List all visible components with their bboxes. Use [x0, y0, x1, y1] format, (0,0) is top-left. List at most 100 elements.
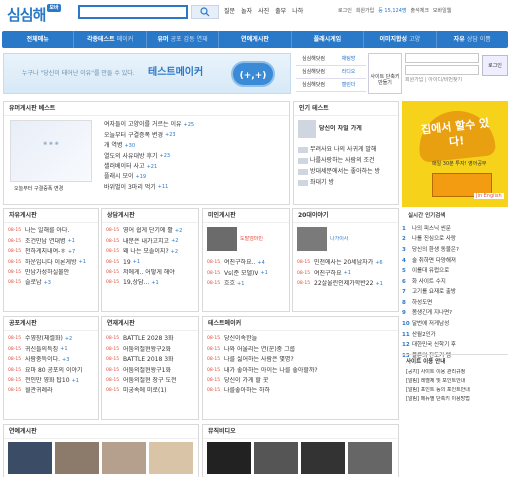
list-item[interactable]: 08-15 만남가성하실불안 [8, 268, 94, 278]
search-tab[interactable]: 출부 [275, 8, 286, 16]
chat-link[interactable]: 채팅방 [331, 53, 366, 65]
rank-item[interactable]: 9 몸생긴게 지나면? [402, 309, 508, 320]
rank-item[interactable]: 5 이를대 유럽으로 [402, 266, 508, 277]
list-item[interactable]: 08-15 사람충득이다. +3 [8, 355, 94, 365]
list-item[interactable]: 무려사요 나의 사귀게 말해 [298, 144, 394, 155]
rank-item[interactable]: 11 산월2인가 [402, 330, 508, 341]
notice-item[interactable]: [알림] 레벨제 및 포인트안내 [406, 378, 504, 387]
list-item[interactable]: 08-15 나를좋아하는 하하 [207, 386, 394, 396]
rank-item[interactable]: 12 대한민국 신학기 후 [402, 340, 508, 351]
shortcut-button[interactable]: 사이트 단축키만들기 [368, 53, 402, 94]
best-caption[interactable]: 오늘부터 구결증폭 변경 [14, 186, 63, 192]
list-item[interactable]: 08-15 나와 어울리는 연(꾼)중 그룹 [207, 344, 394, 354]
rank-item[interactable]: 6화 사이트 수지 [402, 277, 508, 288]
list-item[interactable]: 08-15 나는 일해를 아다. [8, 226, 94, 236]
list-item[interactable]: 나를사랑하는 사람의 조건 [298, 155, 394, 166]
list-item[interactable]: 08-15 저에게.. 어떻게 해야 [106, 268, 194, 278]
rank-item[interactable]: 10 달번에 저게남성 [402, 319, 508, 330]
profile-card[interactable]: 도발엄마빈 [203, 223, 289, 255]
rank-item[interactable]: 7 고기를 요재로 출방 [402, 287, 508, 298]
featured-test[interactable]: 당신이 차일 가게 [294, 116, 398, 142]
profile-card[interactable]: 나가이사 [293, 223, 398, 255]
nav-tests[interactable]: 각종테스트 메이커 [74, 31, 147, 48]
notice-item[interactable]: [알림] 메뉴별 단축키 이용방법 [406, 396, 504, 405]
search-tab[interactable]: 나하 [292, 8, 303, 16]
list-item[interactable]: 08-15 슬로남 +3 [8, 278, 94, 288]
list-item[interactable]: 08-15 여친구하요 +1 [297, 268, 394, 278]
password-field[interactable] [405, 65, 479, 75]
list-item[interactable]: 08-15 영어 쉽게 단기에 활 +2 [106, 226, 194, 236]
list-item[interactable]: 08-15 BATTLE 2018 3화 [106, 355, 194, 365]
list-item[interactable]: 방대세분에서는 좋아하는 방 [298, 166, 394, 177]
rank-item[interactable]: 1 나의 피스닉 씬문 [402, 224, 508, 235]
login-button[interactable]: 로그인 [482, 55, 508, 76]
list-item[interactable]: 열도의 사유대방 후기 +23 [104, 151, 286, 161]
list-item[interactable]: 08-15 나를 싫어하는 사람은 몇명? [207, 355, 394, 365]
thumbnail[interactable] [149, 442, 193, 474]
list-item[interactable]: 여자들이 고양이를 거르는 이유 +25 [104, 120, 286, 130]
login-link[interactable]: 로그인 [338, 8, 352, 14]
nav-entertainment[interactable]: 연예게시판 [219, 31, 292, 48]
list-item[interactable]: 08-15 왜 나는 모솔이지? +2 [106, 247, 194, 257]
list-item[interactable]: 08-15 민천에사는 20세남자가 +6 [297, 258, 394, 268]
test-maker-banner[interactable]: 누구나 "당신이 태어난 이유"를 만들 수 있다. 테스트메이커 (+,+) [3, 53, 291, 94]
search-input[interactable] [78, 5, 188, 19]
search-tab[interactable]: 질문 [224, 8, 235, 16]
notice-item[interactable]: [공지] 사이트 이용 관리규정 [406, 369, 504, 378]
join-link[interactable]: 회원가입 [356, 8, 374, 14]
rank-item[interactable]: 2 나를 진심으로 사랑 [402, 234, 508, 245]
list-item[interactable]: 08-15 어둠의절현 장구 도전 [106, 376, 194, 386]
list-item[interactable]: 08-15 여친구하요.. +4 [207, 258, 285, 268]
list-item[interactable]: 08-15 내가 좋아하는 아이는 나를 좋아할까? [207, 365, 394, 375]
site-logo[interactable]: 심심해 모바 [7, 4, 61, 25]
list-item[interactable]: 08-15 귀신들의특징 +1 [8, 344, 94, 354]
nav-image-edit[interactable]: 이미지합성 고양 [364, 31, 437, 48]
list-item[interactable]: 08-15 19,상담... +1 [106, 278, 194, 288]
list-item[interactable]: 08-15 Vs(준 모델)V +1 [207, 268, 285, 278]
list-item[interactable]: 셀러베이터 사고 +21 [104, 162, 286, 172]
list-item[interactable]: 좌대기 방 [298, 177, 394, 188]
thumbnail[interactable] [55, 442, 99, 474]
list-item[interactable]: 08-15 조건만남 연대병 +1 [8, 236, 94, 246]
thumbnail[interactable] [102, 442, 146, 474]
list-item[interactable]: 08-15 어둠의절현왕구1화 [106, 365, 194, 375]
list-item[interactable]: 08-15 요마 80 공포의 이야기 [8, 365, 94, 375]
search-tab[interactable]: 사진 [258, 8, 269, 16]
list-item[interactable]: 08-15 BATTLE 2028 3화 [106, 334, 194, 344]
list-item[interactable]: 08-15 당신이속한늘 [207, 334, 394, 344]
list-item[interactable]: 08-15 미궁속에 미로(1) [106, 386, 194, 396]
english-ad-banner[interactable]: 집에서 할수 있다! 매일 30분 투자! 영어공부 Jin English [402, 101, 508, 207]
list-item[interactable]: 08-15 흐흐 +1 [207, 279, 285, 289]
radio-link[interactable]: 라디오 [331, 66, 366, 78]
rank-item[interactable]: 4술 취하면 다양해져 [402, 256, 508, 267]
list-item[interactable]: 08-15 19 +1 [106, 257, 194, 267]
nav-free[interactable]: 자유 상담 이쁨 [437, 31, 508, 48]
thumbnail[interactable] [301, 442, 345, 474]
list-item[interactable]: 08-15 하운입니다 이론게방 +1 [8, 257, 94, 267]
rank-item[interactable]: 3 당신의 환생 동물은? [402, 245, 508, 256]
list-item[interactable]: 08-15 22살울린인제가학반22 +1 [297, 279, 394, 289]
list-item[interactable]: 08-15 월관귀례라 [8, 386, 94, 396]
list-item[interactable]: 08-15 내분은 내가고치고 +2 [106, 236, 194, 246]
thumbnail[interactable] [207, 442, 251, 474]
mobile-link[interactable]: 모바일웹 [433, 8, 451, 14]
rank-item[interactable]: 8 하성도면 [402, 298, 508, 309]
attendance-link[interactable]: 출석체크 [411, 8, 429, 14]
calendar-link[interactable]: 캘린더 [331, 79, 366, 91]
search-button[interactable] [191, 5, 219, 19]
user-id-field[interactable] [405, 53, 479, 63]
notice-item[interactable]: [알림] 포인트 등의 포인트안내 [406, 387, 504, 396]
list-item[interactable]: 08-15 당신이 가게 할 꿋 [207, 376, 394, 386]
list-item[interactable]: 08-15 전인만 영화 탑10 +1 [8, 376, 94, 386]
nav-all-menu[interactable]: 전체메뉴 [2, 31, 75, 48]
list-item[interactable]: 개 역병 +30 [104, 141, 286, 151]
list-item[interactable]: 바위벌이 3마리 먹기 +11 [104, 182, 286, 192]
search-tab[interactable]: 놀자 [241, 8, 252, 16]
list-item[interactable]: 08-15 어둠의절현왕구2화 [106, 344, 194, 354]
list-item[interactable]: 플래시 모이 +19 [104, 172, 286, 182]
login-links[interactable]: 회원가입 | 아이디/비번찾기 [405, 77, 509, 83]
thumbnail[interactable] [348, 442, 392, 474]
thumbnail[interactable] [8, 442, 52, 474]
list-item[interactable]: 08-15 수영장(체셀화) +2 [8, 334, 94, 344]
thumbnail[interactable] [254, 442, 298, 474]
